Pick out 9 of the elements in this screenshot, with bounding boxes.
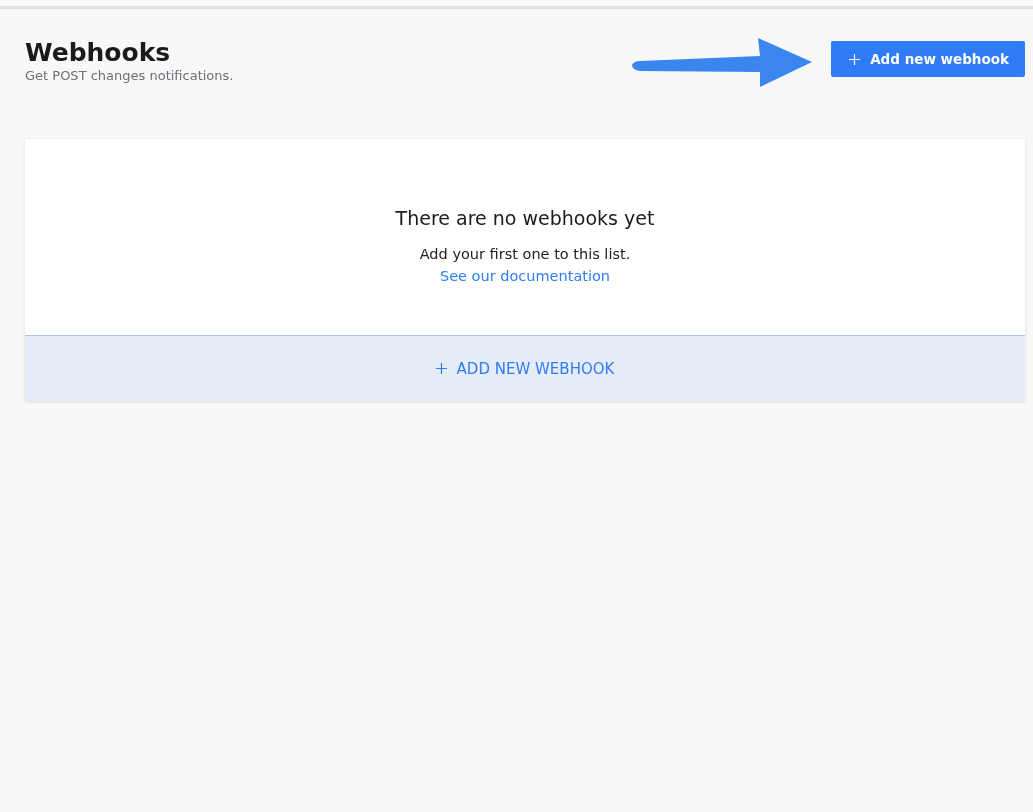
empty-state-heading: There are no webhooks yet [395,207,655,229]
add-webhook-bar-button[interactable]: ADD NEW WEBHOOK [25,335,1025,401]
page-subtitle: Get POST changes notifications. [25,68,234,84]
empty-state-text: Add your first one to this list. [419,245,631,264]
documentation-link[interactable]: See our documentation [439,265,611,287]
page-title: Webhooks [25,38,172,68]
plus-icon [435,363,447,374]
add-webhook-button[interactable]: Add new webhook [831,41,1025,77]
plus-icon [849,53,861,65]
